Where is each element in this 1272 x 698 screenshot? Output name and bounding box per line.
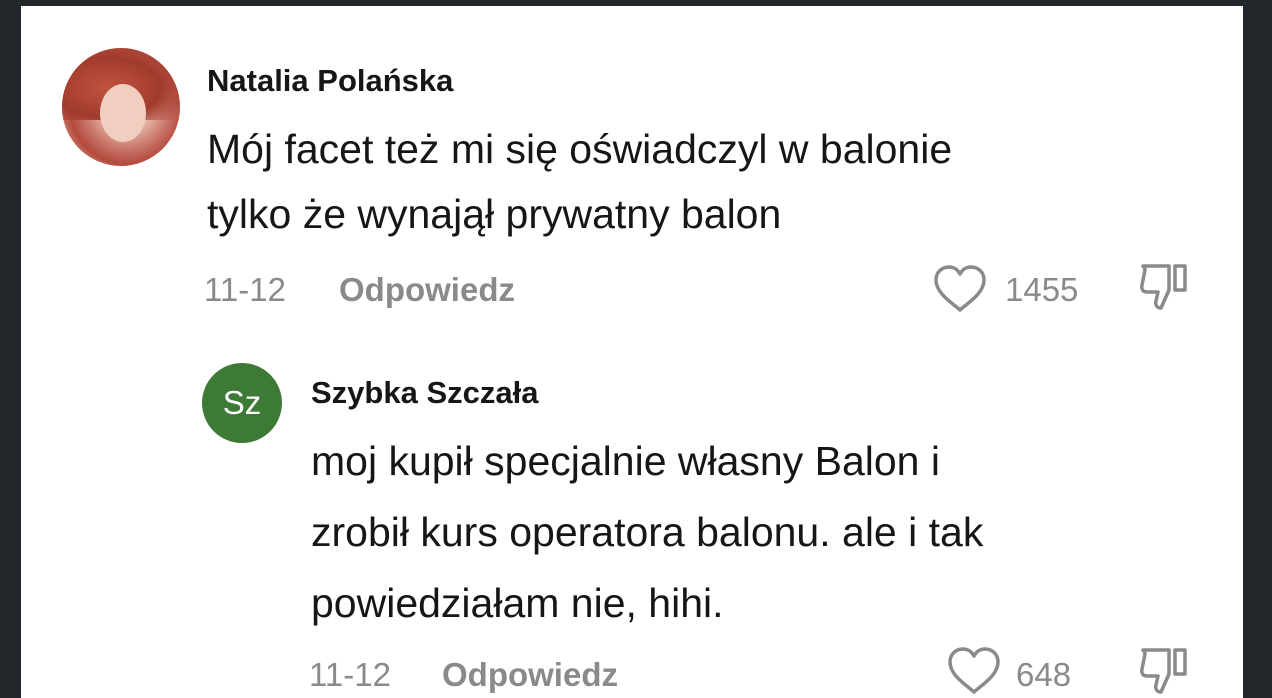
avatar-initials: Sz — [222, 384, 262, 421]
comment-text-line: zrobił kurs operatora balonu. ale i tak — [311, 509, 984, 555]
thumbs-down-outline-icon[interactable] — [1137, 262, 1191, 314]
comment-text-line: Mój facet też mi się oświadczyl w baloni… — [207, 126, 953, 172]
avatar-face — [100, 84, 146, 142]
heart-outline-icon[interactable] — [946, 646, 1002, 696]
avatar[interactable] — [62, 48, 180, 166]
reply-button[interactable]: Odpowiedz — [442, 656, 618, 694]
comment-author[interactable]: Natalia Polańska — [207, 63, 453, 99]
comment-panel: Natalia Polańska Mój facet też mi się oś… — [21, 6, 1243, 698]
comment-date: 11-12 — [309, 656, 391, 693]
comment-date: 11-12 — [204, 271, 286, 308]
comment-text-line: moj kupił specjalnie własny Balon i — [311, 438, 940, 484]
comment-author[interactable]: Szybka Szczała — [311, 375, 538, 411]
heart-outline-icon[interactable] — [932, 264, 988, 314]
like-count: 1455 — [1005, 271, 1079, 308]
reply-button[interactable]: Odpowiedz — [339, 271, 515, 309]
comment-text-line: powiedziałam nie, hihi. — [311, 580, 724, 626]
comment-text-line: tylko że wynajął prywatny balon — [207, 191, 782, 237]
thumbs-down-outline-icon[interactable] — [1137, 646, 1191, 698]
avatar[interactable]: Sz — [202, 363, 282, 443]
like-count: 648 — [1016, 656, 1072, 693]
